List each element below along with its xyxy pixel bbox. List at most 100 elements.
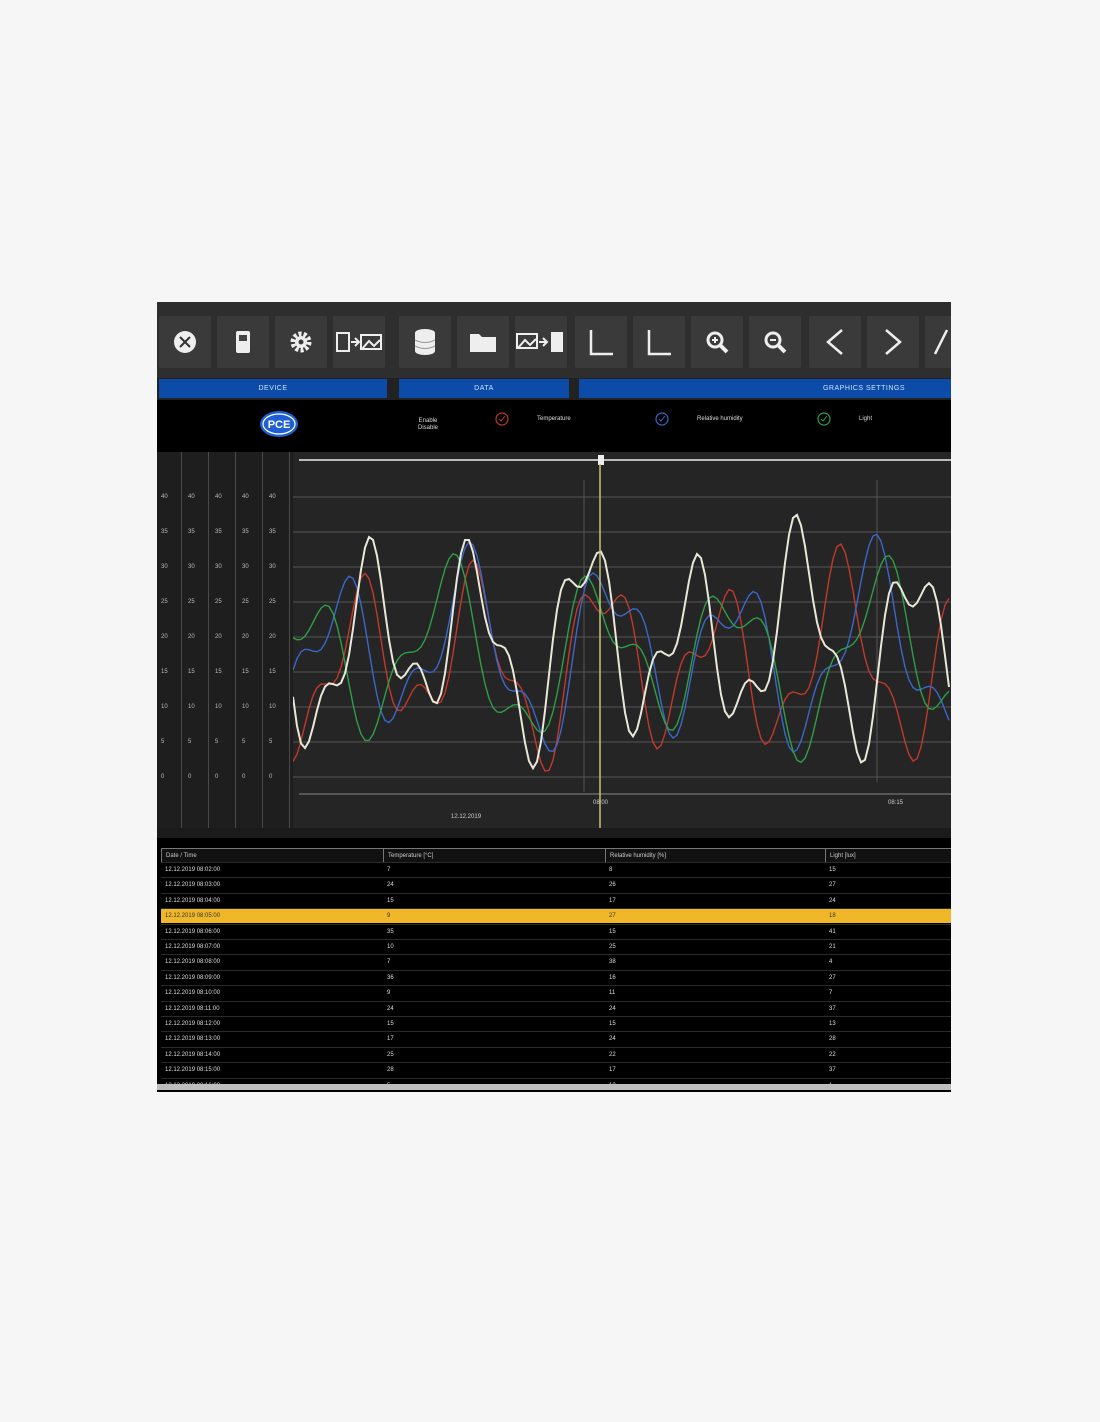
y-tick-label: 25: [161, 599, 168, 605]
column-header[interactable]: Date / Time: [161, 848, 383, 862]
table-cell: 9: [387, 913, 391, 920]
y-axis-column: 40 35 30 25 20 15 10 5 0: [265, 452, 290, 828]
next-button[interactable]: [867, 316, 919, 368]
device-export-button[interactable]: [333, 316, 385, 368]
table-cell: 12.12.2019 08:07:00: [165, 944, 221, 950]
table-cell: 12.12.2019 08:10:00: [165, 990, 221, 997]
table-row[interactable]: 12.12.2019 08:07:00 10 25 21: [161, 939, 951, 954]
table-cell: 18: [829, 913, 836, 920]
temperature-check-icon[interactable]: [495, 412, 509, 426]
table-cell: 27: [829, 974, 836, 981]
table-row-selected[interactable]: 12.12.2019 08:05:00 9 27 18: [161, 908, 951, 924]
y-axis-column: 40 35 30 25 20 15 10 5 0: [157, 452, 182, 828]
y-tick-label: 40: [215, 494, 222, 500]
table-row[interactable]: 12.12.2019 08:02:00 7 8 15: [161, 862, 951, 877]
table-row[interactable]: 12.12.2019 08:13:00 17 24 28: [161, 1031, 951, 1046]
database-button[interactable]: [399, 316, 451, 368]
graph-export-button[interactable]: [515, 316, 567, 368]
chart-svg: 08:00 08:15 12.12.2019: [293, 452, 951, 828]
table-cell: 9: [387, 990, 391, 997]
table-row[interactable]: 12.12.2019 08:14:00 25 22 22: [161, 1046, 951, 1062]
y-tick-label: 20: [242, 634, 249, 640]
open-folder-button[interactable]: [457, 316, 509, 368]
x-date-label: 12.12.2019: [451, 814, 482, 820]
y-axis-column: 40 35 30 25 20 15 10 5 0: [238, 452, 263, 828]
table-row[interactable]: 12.12.2019 08:08:00 7 38 4: [161, 954, 951, 969]
plot-background: [293, 452, 951, 828]
table-cell: 12.12.2019 08:03:00: [165, 882, 221, 889]
legend-temperature: Temperature: [537, 416, 571, 422]
more-button[interactable]: [925, 316, 951, 368]
table-row[interactable]: 12.12.2019 08:11:00 24 24 37: [161, 1000, 951, 1016]
close-button[interactable]: [159, 316, 211, 368]
settings-button[interactable]: [275, 316, 327, 368]
table-cell: 12.12.2019 08:12:00: [165, 1021, 221, 1027]
y-tick-label: 5: [161, 739, 165, 745]
y-tick-label: 30: [242, 564, 249, 570]
zoom-in-button[interactable]: [691, 316, 743, 368]
table-cell: 10: [387, 944, 394, 950]
device-button[interactable]: [217, 316, 269, 368]
table-cell: 24: [829, 897, 836, 904]
y-tick-label: 30: [269, 564, 276, 570]
device-icon: [236, 331, 250, 353]
table-cell: 16: [609, 974, 616, 981]
light-check-icon[interactable]: [817, 412, 831, 426]
display-toggle-label[interactable]: Enable Disable: [413, 418, 443, 432]
table-cell: 15: [829, 867, 836, 873]
y-tick-label: 10: [215, 704, 222, 710]
y-tick-label: 20: [269, 634, 276, 640]
zoom-out-button[interactable]: [749, 316, 801, 368]
y-tick-label: 20: [161, 634, 168, 640]
y-tick-label: 40: [242, 494, 249, 500]
table-cell: 13: [829, 1021, 836, 1027]
chevron-left-icon: [826, 329, 843, 355]
table-cell: 12.12.2019 08:14:00: [165, 1051, 221, 1058]
table-row[interactable]: 12.12.2019 08:04:00 15 17 24: [161, 892, 951, 908]
table-cell: 25: [387, 1051, 394, 1058]
axis-button[interactable]: [575, 316, 627, 368]
y-tick-label: 10: [269, 704, 276, 710]
y-tick-label: 10: [161, 704, 168, 710]
range-slider-handle[interactable]: [598, 455, 604, 465]
table-cell: 12.12.2019 08:06:00: [165, 928, 221, 935]
column-header[interactable]: Temperature [°C]: [383, 848, 605, 862]
y-tick-label: 20: [215, 634, 222, 640]
previous-button[interactable]: [809, 316, 861, 368]
table-cell: 12.12.2019 08:09:00: [165, 974, 221, 981]
table-row[interactable]: 12.12.2019 08:15:00 28 17 37: [161, 1062, 951, 1077]
column-header[interactable]: Relative humidity [%]: [605, 848, 825, 862]
table-row[interactable]: 12.12.2019 08:03:00 24 26 27: [161, 877, 951, 892]
axis-alt-icon: [647, 330, 671, 356]
section-data: Data: [399, 379, 569, 398]
y-tick-label: 30: [161, 564, 168, 570]
zoom-in-icon: [706, 331, 729, 354]
table-row[interactable]: 12.12.2019 08:06:00 35 15 41: [161, 923, 951, 939]
table-cell: 36: [387, 974, 394, 981]
table-cell: 24: [387, 1005, 394, 1012]
table-row[interactable]: 12.12.2019 08:10:00 9 11 7: [161, 985, 951, 1000]
table-cell: 17: [387, 1036, 394, 1043]
legend-bar: PCE Enable Disable Temperature Relative …: [157, 400, 951, 452]
y-tick-label: 0: [161, 774, 165, 780]
y-tick-label: 25: [188, 599, 195, 605]
x-tick-label: 08:15: [888, 800, 904, 806]
database-icon: [414, 329, 436, 355]
axis-alt-button[interactable]: [633, 316, 685, 368]
horizontal-scrollbar[interactable]: [157, 1084, 951, 1090]
table-row[interactable]: 12.12.2019 08:09:00 36 16 27: [161, 969, 951, 985]
table-cell: 12.12.2019 08:11:00: [165, 1005, 220, 1012]
section-graphics-settings: Graphics settings: [579, 379, 951, 398]
column-header[interactable]: Light [lux]: [825, 848, 951, 862]
y-tick-label: 15: [269, 669, 276, 675]
y-tick-label: 35: [188, 529, 195, 535]
y-tick-label: 0: [188, 774, 192, 780]
humidity-check-icon[interactable]: [655, 412, 669, 426]
y-tick-label: 5: [215, 739, 219, 745]
table-row[interactable]: 12.12.2019 08:12:00 15 15 13: [161, 1016, 951, 1031]
more-icon: [933, 329, 949, 355]
chart-plot[interactable]: 08:00 08:15 12.12.2019: [293, 452, 951, 828]
close-circle-icon: [174, 331, 196, 353]
table-cell: 8: [609, 867, 613, 873]
table-cell: 37: [829, 1005, 836, 1012]
